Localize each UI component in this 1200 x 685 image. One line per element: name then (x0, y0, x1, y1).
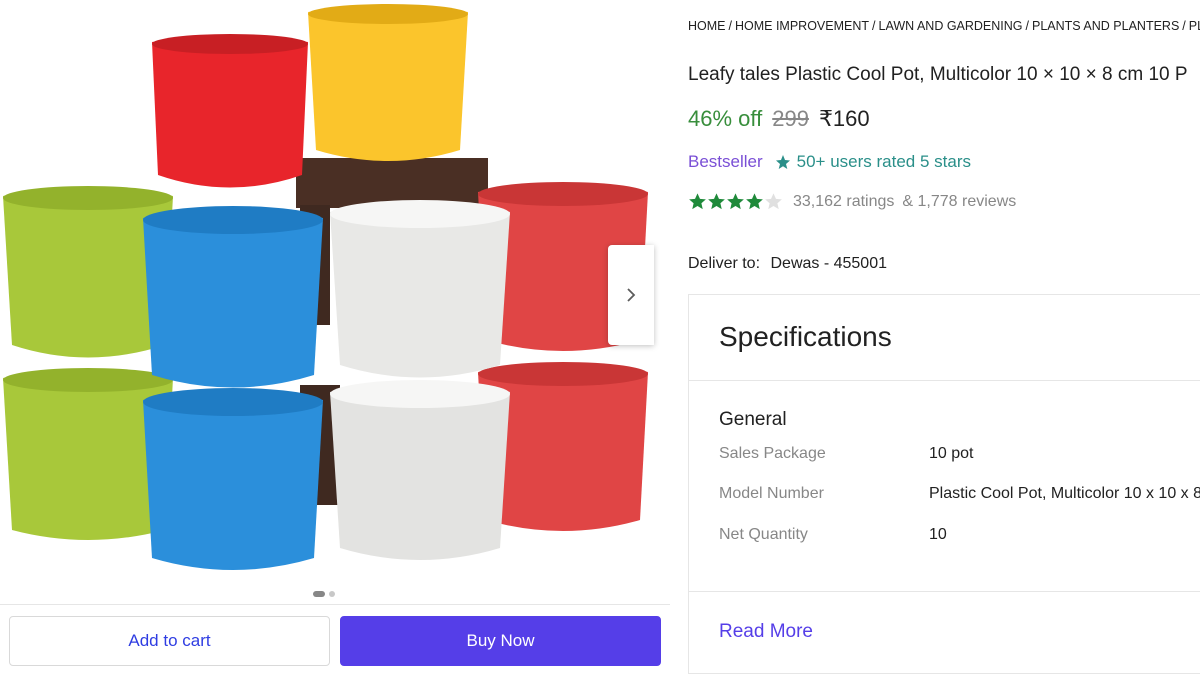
breadcrumb: HOME / HOME IMPROVEMENT / LAWN AND GARDENING… (688, 19, 1200, 33)
specifications-heading: Specifications (719, 321, 892, 352)
selling-price: ₹160 (818, 106, 870, 131)
delivery-location[interactable]: Deliver to: Dewas - 455001 (688, 255, 887, 273)
breadcrumb-item[interactable]: PLANTS AND PLANTERS (1032, 19, 1179, 33)
original-price: 299 (772, 106, 809, 131)
rated-highlight: 50+ users rated 5 stars (775, 152, 971, 172)
spec-row: Net Quantity 10 (719, 526, 947, 544)
price-row: 46% off 299 ₹160 (688, 106, 870, 132)
rated-text: 50+ users rated 5 stars (796, 152, 971, 171)
spec-row: Model Number Plastic Cool Pot, Multicolo… (719, 485, 1200, 503)
carousel-dot[interactable] (329, 591, 335, 597)
star-icon (708, 193, 725, 210)
star-icon (689, 193, 706, 210)
spec-value: 10 (929, 526, 947, 543)
deliver-label: Deliver to: (688, 255, 761, 272)
buy-now-button[interactable]: Buy Now (340, 616, 661, 666)
divider (689, 591, 1200, 592)
chevron-right-icon (627, 288, 636, 302)
bestseller-badge: Bestseller (688, 152, 763, 171)
reviews-count: & 1,778 reviews (902, 192, 1017, 210)
product-title: Leafy tales Plastic Cool Pot, Multicolor… (688, 64, 1188, 85)
star-icon (727, 193, 744, 210)
add-to-cart-button[interactable]: Add to cart (9, 616, 330, 666)
product-details: HOME / HOME IMPROVEMENT / LAWN AND GARDENING… (688, 0, 1200, 684)
spec-key: Sales Package (719, 445, 826, 462)
discount-percent: 46% off (688, 106, 763, 131)
product-gallery: Add to cart Buy Now (0, 0, 670, 684)
breadcrumb-item[interactable]: HOME (688, 19, 726, 33)
spec-value: Plastic Cool Pot, Multicolor 10 x 10 x 8 (929, 485, 1200, 502)
star-icon (746, 193, 763, 210)
read-more-link[interactable]: Read More (719, 621, 813, 643)
specifications-panel: Specifications General Sales Package 10 … (688, 294, 1200, 674)
deliver-pincode: Dewas - 455001 (770, 255, 887, 272)
spec-section-title: General (719, 409, 787, 430)
breadcrumb-item[interactable]: PLAN (1189, 19, 1200, 33)
sparkle-star-icon (775, 155, 790, 169)
ratings-count: 33,162 ratings (793, 192, 895, 210)
next-image-button[interactable] (608, 245, 654, 345)
spec-key: Model Number (719, 485, 824, 502)
ratings-row[interactable]: 33,162 ratings & 1,778 reviews (688, 192, 1016, 211)
breadcrumb-item[interactable]: HOME IMPROVEMENT (735, 19, 869, 33)
badge-row: Bestseller 50+ users rated 5 stars (688, 152, 971, 172)
spec-row: Sales Package 10 pot (719, 445, 973, 463)
divider (689, 380, 1200, 381)
product-image[interactable] (0, 0, 670, 590)
star-icon (765, 193, 782, 210)
spec-value: 10 pot (929, 445, 974, 462)
carousel-dot-active[interactable] (313, 591, 325, 597)
breadcrumb-item[interactable]: LAWN AND GARDENING (879, 19, 1023, 33)
carousel-dots (313, 591, 335, 597)
spec-key: Net Quantity (719, 526, 808, 543)
star-rating (688, 192, 783, 211)
action-bar: Add to cart Buy Now (0, 604, 670, 685)
